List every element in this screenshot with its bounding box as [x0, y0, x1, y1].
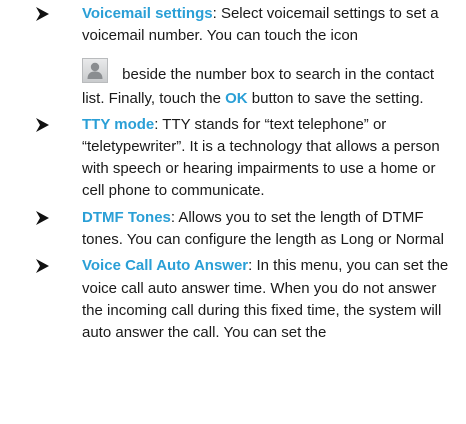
- list-item-voicemail-settings: Voicemail settings: Select voicemail set…: [0, 3, 466, 111]
- term-tty-mode: TTY mode: [82, 115, 155, 133]
- arrow-bullet-icon: [34, 207, 52, 229]
- term-voicemail-settings: Voicemail settings: [82, 5, 213, 22]
- ok-keyword: OK: [225, 89, 248, 107]
- list-item-dtmf-tones: DTMF Tones: Allows you to set the length…: [0, 207, 466, 252]
- arrow-bullet-icon: [34, 114, 52, 136]
- list-item-voice-call-auto-answer: Voice Call Auto Answer: In this menu, yo…: [0, 255, 466, 344]
- arrow-bullet-icon: [34, 3, 52, 25]
- icon-line: beside the number box to search in the c…: [82, 57, 458, 111]
- term-voice-call-auto-answer: Voice Call Auto Answer: [82, 257, 249, 275]
- item-text: button to save the setting.: [247, 89, 424, 107]
- arrow-bullet-icon: [34, 255, 52, 277]
- contact-person-icon: [82, 57, 108, 83]
- term-dtmf-tones: DTMF Tones: [82, 208, 171, 226]
- document-page: Voicemail settings: Select voicemail set…: [0, 0, 466, 345]
- list-item-tty-mode: TTY mode: TTY stands for “text telephone…: [0, 114, 466, 203]
